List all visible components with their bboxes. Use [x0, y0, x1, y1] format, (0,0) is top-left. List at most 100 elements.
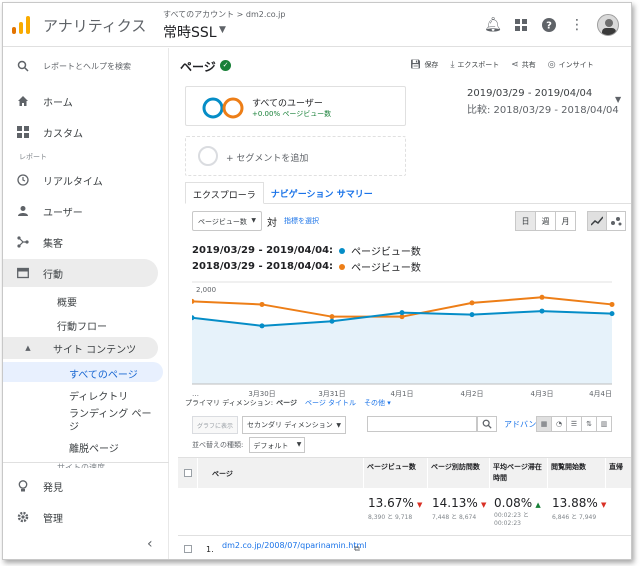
- x-tick-label: 4月1日: [391, 390, 414, 398]
- avatar[interactable]: [597, 14, 619, 36]
- chevron-down-icon[interactable]: ▼: [615, 95, 621, 104]
- secondary-dimension-select[interactable]: セカンダリ ディメンション ▼: [242, 416, 346, 434]
- app-window: アナリティクス すべてのアカウント > dm2.co.jp 常時SSL ▼ 🔔︎…: [2, 2, 632, 560]
- open-external-icon[interactable]: ⧉: [354, 544, 360, 554]
- tab-explorer[interactable]: エクスプローラ: [185, 182, 264, 204]
- search-placeholder: レポートとヘルプを検索: [43, 61, 131, 71]
- col-header-pageviews[interactable]: ページビュー数: [364, 458, 428, 488]
- col-header-entrances[interactable]: 閲覧開始数: [548, 458, 606, 488]
- sidebar-item-discover[interactable]: 発見: [3, 472, 158, 500]
- top-icons: 🔔︎ ? ⋮: [479, 11, 619, 39]
- sidebar-item-custom[interactable]: カスタム: [3, 118, 158, 146]
- more-icon[interactable]: ⋮: [563, 11, 591, 39]
- dim-option-page-title[interactable]: ページ タイトル: [305, 398, 356, 408]
- date-compare[interactable]: 比較: 2018/03/29 - 2018/04/04: [467, 101, 619, 116]
- x-tick-label: 4月2日: [461, 390, 484, 398]
- sort-select[interactable]: デフォルト ▼: [249, 437, 306, 453]
- sidebar-item-home[interactable]: ホーム: [3, 87, 158, 115]
- col-header-unique-pageviews[interactable]: ページ別訪問数: [428, 458, 490, 488]
- help-icon[interactable]: ?: [535, 11, 563, 39]
- plot-rows-button[interactable]: グラフに表示: [192, 416, 238, 434]
- chevron-down-icon: ▼: [336, 421, 341, 429]
- motion-chart-icon[interactable]: [606, 211, 626, 231]
- search-icon[interactable]: [477, 416, 497, 432]
- sidebar-item-exit-pages[interactable]: 離脱ページ: [69, 440, 119, 455]
- acquisition-icon: [3, 236, 43, 248]
- day-button[interactable]: 日: [515, 211, 536, 231]
- sidebar-item-landing-pages[interactable]: ランディング ページ: [69, 408, 159, 434]
- col-header-bounce[interactable]: 直帰: [606, 458, 631, 488]
- sidebar-label: リアルタイム: [43, 176, 103, 188]
- y-tick-label: 2,000: [196, 286, 216, 294]
- export-icon: ⤓: [450, 60, 455, 70]
- chevron-down-icon: ▼: [296, 441, 302, 448]
- total-pageviews: 13.67% ▼ 8,390 と 9,718: [368, 496, 422, 521]
- add-segment-label: + セグメントを追加: [226, 154, 309, 164]
- sidebar-item-acquisition[interactable]: 集客: [3, 228, 158, 256]
- sidebar-item-all-pages[interactable]: すべてのページ: [69, 366, 138, 381]
- select-metric-link[interactable]: 指標を選択: [284, 216, 319, 226]
- account-breadcrumb[interactable]: すべてのアカウント > dm2.co.jp: [163, 9, 285, 20]
- dim-option-other[interactable]: その他 ▾: [364, 398, 391, 408]
- legend-compare: 2018/03/29 - 2018/04/04: ページビュー数: [192, 259, 421, 274]
- bell-icon[interactable]: 🔔︎: [479, 11, 507, 39]
- table-view-icon[interactable]: ▦: [536, 416, 552, 432]
- pageviews-line-chart[interactable]: 2,0001,000…3月30日3月31日4月1日4月2日4月3日4月4日: [192, 274, 622, 402]
- metric-select[interactable]: ページビュー数 ▼: [192, 211, 262, 231]
- empty-segment-icon: [198, 146, 218, 166]
- row-page-link[interactable]: dm2.co.jp/2008/07/qparinamin.html: [222, 541, 367, 551]
- data-point: [192, 298, 195, 304]
- caret-up-icon: ▲: [25, 344, 31, 352]
- arrow-up-icon: ▲: [535, 501, 541, 509]
- select-all-checkbox[interactable]: [184, 469, 192, 477]
- analytics-logo-icon[interactable]: [11, 15, 31, 35]
- month-button[interactable]: 月: [555, 211, 576, 231]
- chevron-down-icon[interactable]: ▼: [219, 25, 226, 35]
- sidebar-search[interactable]: レポートとヘルプを検索: [3, 52, 158, 80]
- sidebar-item-directory[interactable]: ディレクトリ: [69, 388, 128, 403]
- sidebar-item-behavior[interactable]: 行動: [3, 259, 158, 287]
- sidebar-item-admin[interactable]: 管理: [3, 503, 158, 531]
- sidebar-section-reports: レポート: [19, 153, 47, 161]
- dashboard-icon: [3, 126, 43, 138]
- table-search-input[interactable]: [367, 416, 477, 432]
- save-button[interactable]: 💾︎ 保存: [410, 60, 438, 70]
- x-tick-label: 4月3日: [531, 390, 554, 398]
- sidebar-divider: [3, 462, 169, 463]
- share-button[interactable]: ⋖ 共有: [511, 60, 536, 70]
- arrow-down-icon: ▼: [480, 501, 487, 509]
- primary-dim-current: ページ: [276, 399, 297, 407]
- collapse-sidebar-icon[interactable]: ‹: [147, 536, 153, 552]
- performance-view-icon[interactable]: ☰: [566, 416, 582, 432]
- col-header-avg-time[interactable]: 平均ページ滞在時間: [490, 458, 548, 488]
- legend-metric: ページビュー数: [351, 263, 421, 274]
- table-tools: グラフに表示 セカンダリ ディメンション ▼ アドバンス ▦ ◔ ☰ ⇅ ▥: [192, 416, 631, 434]
- sidebar-item-users[interactable]: ユーザー: [3, 197, 158, 225]
- verified-check-icon: ✓: [220, 60, 231, 71]
- property-selector[interactable]: 常時SSL: [163, 22, 217, 42]
- date-range[interactable]: 2019/03/29 - 2019/04/04: [467, 88, 592, 99]
- sidebar-item-behavior-flow[interactable]: 行動フロー: [57, 318, 107, 333]
- tab-navigation-summary[interactable]: ナビゲーション サマリー: [264, 182, 380, 203]
- sidebar-item-overview[interactable]: 概要: [57, 294, 77, 309]
- export-button[interactable]: ⤓ エクスポート: [450, 60, 499, 70]
- apps-icon[interactable]: [507, 11, 535, 39]
- sidebar-item-realtime[interactable]: リアルタイム: [3, 166, 158, 194]
- col-header-page[interactable]: ページ: [198, 458, 364, 488]
- data-point: [469, 300, 475, 306]
- comparison-view-icon[interactable]: ⇅: [581, 416, 597, 432]
- report-tabs: エクスプローラ ナビゲーション サマリー: [185, 182, 631, 204]
- row-checkbox[interactable]: [184, 545, 192, 553]
- sidebar-item-site-content[interactable]: ▲ サイト コンテンツ: [3, 337, 158, 359]
- segment-card[interactable]: すべてのユーザー +0.00% ページビュー数: [185, 86, 406, 126]
- pivot-view-icon[interactable]: ▥: [596, 416, 612, 432]
- sort-value: デフォルト: [253, 442, 289, 450]
- data-point: [539, 294, 545, 300]
- line-chart-icon[interactable]: [587, 211, 607, 231]
- insights-button[interactable]: ◎ インサイト: [548, 60, 594, 70]
- segment-circles-icon: [202, 97, 244, 119]
- add-segment-button[interactable]: + セグメントを追加: [185, 136, 406, 176]
- pie-view-icon[interactable]: ◔: [551, 416, 567, 432]
- app-title: アナリティクス: [43, 17, 147, 35]
- week-button[interactable]: 週: [535, 211, 556, 231]
